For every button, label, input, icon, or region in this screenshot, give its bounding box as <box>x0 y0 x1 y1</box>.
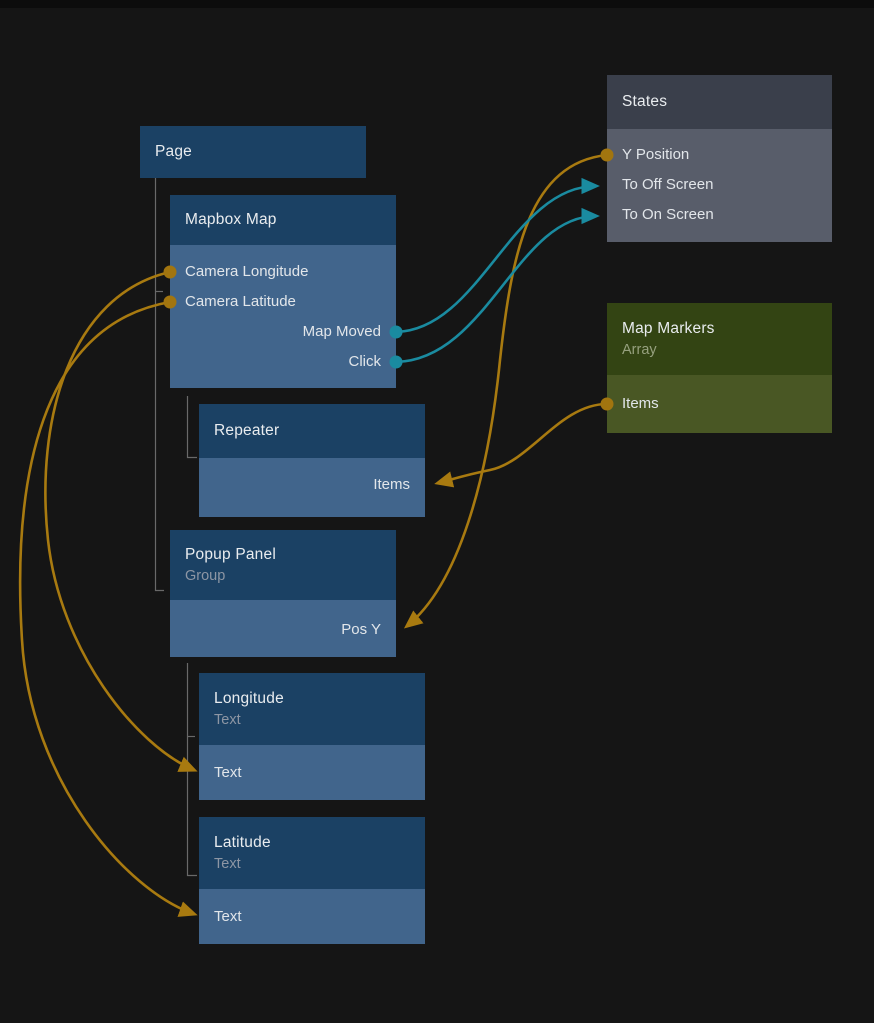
node-title: Repeater <box>214 422 410 440</box>
node-page[interactable]: Page <box>140 126 366 178</box>
node-subtitle: Array <box>622 342 817 358</box>
port-text-latitude[interactable]: Text <box>199 902 425 932</box>
node-map-markers[interactable]: Map Markers Array Items <box>607 303 832 433</box>
node-subtitle: Text <box>214 712 410 728</box>
node-title: Map Markers <box>622 320 817 338</box>
port-map-moved[interactable]: Map Moved <box>170 317 396 347</box>
node-mapbox-map[interactable]: Mapbox Map Camera Longitude Camera Latit… <box>170 195 396 388</box>
node-title: Latitude <box>214 834 410 852</box>
node-subtitle: Text <box>214 856 410 872</box>
node-states[interactable]: States Y Position To Off Screen To On Sc… <box>607 75 832 242</box>
edge-map-moved-to-off-screen[interactable] <box>396 186 596 332</box>
node-repeater[interactable]: Repeater Items <box>199 404 425 517</box>
port-camera-longitude[interactable]: Camera Longitude <box>170 257 396 287</box>
node-title: Page <box>155 143 351 161</box>
port-y-position[interactable]: Y Position <box>607 140 832 170</box>
top-bar <box>0 0 874 8</box>
tree-line-mapbox-children <box>188 396 198 458</box>
port-items-output[interactable]: Items <box>607 389 832 419</box>
port-camera-latitude[interactable]: Camera Latitude <box>170 287 396 317</box>
tree-line-popup-children <box>188 663 198 876</box>
node-title: Popup Panel <box>185 546 381 564</box>
port-text-longitude[interactable]: Text <box>199 758 425 788</box>
port-click[interactable]: Click <box>170 347 396 377</box>
node-subtitle: Group <box>185 568 381 584</box>
edge-map-markers-items-to-repeater-items[interactable] <box>438 404 607 483</box>
tree-line-page-children <box>156 178 165 591</box>
port-to-on-screen[interactable]: To On Screen <box>607 200 832 230</box>
port-to-off-screen[interactable]: To Off Screen <box>607 170 832 200</box>
port-pos-y[interactable]: Pos Y <box>170 615 396 645</box>
node-latitude[interactable]: Latitude Text Text <box>199 817 425 944</box>
node-popup-panel[interactable]: Popup Panel Group Pos Y <box>170 530 396 657</box>
node-graph-canvas[interactable]: Page Mapbox Map Camera Longitude Camera … <box>0 0 874 1023</box>
node-title: Longitude <box>214 690 410 708</box>
port-items-input[interactable]: Items <box>199 470 425 500</box>
edge-y-position-to-pos-y[interactable] <box>407 155 607 626</box>
edge-camera-latitude-to-latitude-text[interactable] <box>20 302 194 914</box>
node-title: States <box>622 93 817 111</box>
node-title: Mapbox Map <box>185 211 381 229</box>
edge-click-to-on-screen[interactable] <box>396 216 596 362</box>
node-longitude[interactable]: Longitude Text Text <box>199 673 425 800</box>
